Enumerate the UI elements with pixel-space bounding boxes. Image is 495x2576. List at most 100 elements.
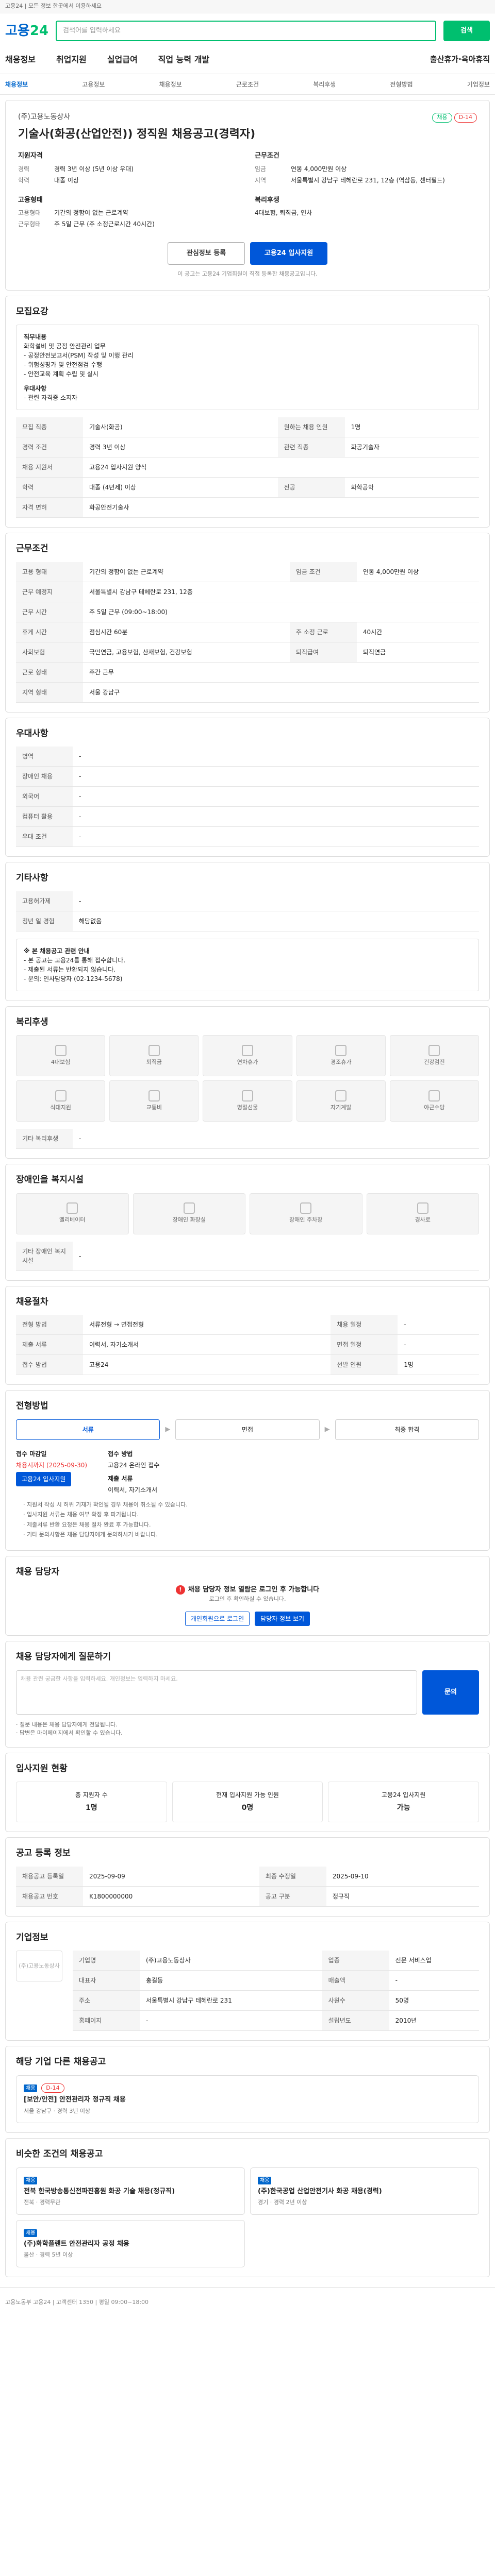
page-footer: 고용노동부 고용24 | 고객센터 1350 | 평일 09:00~18:00 — [0, 2287, 495, 2317]
site-logo[interactable]: 고용24 — [5, 21, 48, 41]
section-title: 해당 기업 다른 채용공고 — [16, 2057, 106, 2067]
status-card: 총 지원자 수 1명 — [16, 1782, 167, 1822]
search-row: 고용24 검색어를 입력하세요 검색 — [0, 13, 495, 45]
benefit-label: 건강검진 — [424, 1058, 445, 1065]
nav-item-support[interactable]: 취업지원 — [56, 54, 87, 66]
row-value: 홍길동 — [140, 1970, 322, 1991]
other-jobs-section: 해당 기업 다른 채용공고 채용 D-14 [보안/안전] 안전관리자 정규직 … — [5, 2046, 490, 2133]
dday-badge: D-14 — [41, 2083, 64, 2093]
nav-item-benefit[interactable]: 실업급여 — [107, 54, 138, 66]
nav-item-jobs[interactable]: 채용정보 — [5, 54, 36, 66]
row-value: 정규직 — [326, 1886, 479, 1907]
row-label: 채용 일정 — [331, 1315, 398, 1335]
row-label: 주소 — [73, 1990, 140, 2011]
row-label: 퇴직급여 — [289, 642, 357, 663]
search-button[interactable]: 검색 — [443, 21, 490, 41]
alert-icon: ! — [175, 1585, 185, 1595]
job-card[interactable]: 채용 (주)한국공업 산업안전기사 화공 채용(경력) 경기 · 경력 2년 이상 — [250, 2167, 479, 2215]
job-card-meta: 울산 · 경력 5년 이상 — [24, 2251, 73, 2258]
row-value: 40시간 — [356, 622, 479, 642]
job-tag: 채용 — [24, 2084, 38, 2092]
table-row: 청년 일 경험 해당없음 — [16, 911, 479, 931]
subnav-item[interactable]: 전형방법 — [390, 80, 412, 89]
apply-date: 채용시까지 (2025-09-30) — [16, 1461, 88, 1469]
row-value: - — [73, 766, 479, 787]
footer-text: 고용노동부 고용24 | 고객센터 1350 | 평일 09:00~18:00 — [5, 2298, 149, 2306]
benefit-label: 식대지원 — [50, 1104, 71, 1111]
row-value: 2010년 — [389, 2010, 479, 2031]
row-value: K1800000000 — [83, 1886, 259, 1907]
subnav-item[interactable]: 근로조건 — [236, 80, 259, 89]
search-input[interactable]: 검색어를 입력하세요 — [56, 21, 436, 41]
apply-button[interactable]: 고용24 입사지원 — [250, 242, 327, 265]
question-textarea[interactable]: 채용 관련 궁금한 사항을 입력하세요. 개인정보는 입력하지 마세요. — [16, 1670, 417, 1715]
work-table: 고용 형태 기간의 정함이 없는 근로계약 임금 조건 연봉 4,000만원 이상 근무… — [16, 562, 479, 703]
table-row: 홈페이지 - 설립년도 2010년 — [73, 2010, 479, 2031]
subnav-item[interactable]: 복리후생 — [313, 80, 336, 89]
row-label: 접수 방법 — [16, 1354, 83, 1375]
contact-sub: 로그인 후 확인하실 수 있습니다. — [209, 1595, 286, 1602]
job-card[interactable]: 채용 (주)화학플랜트 안전관리자 공정 채용 울산 · 경력 5년 이상 — [16, 2219, 245, 2267]
row-label: 장애인 채용 — [16, 766, 73, 787]
arrow-right-icon: ▶ — [165, 1425, 171, 1433]
misc-section: 기타사항 고용허가제 - 청년 일 경험 해당없음 ※ 본 채용공고 관련 안내 - … — [5, 862, 490, 1001]
row-label: 설립년도 — [322, 2010, 389, 2031]
benefit-icon — [335, 1044, 347, 1056]
benefit-item: 식대지원 — [16, 1080, 106, 1122]
kv-key: 고용형태 — [18, 209, 41, 216]
nav-item-leave[interactable]: 출산휴가·육아휴직 — [430, 54, 490, 65]
facility-label: 경사로 — [415, 1216, 431, 1224]
steps-flow: 서류 ▶ 면접 ▶ 최종 합격 — [16, 1419, 479, 1440]
table-row: 모집 직종 기술사(화공) 원하는 채용 인원 1명 — [16, 417, 479, 437]
table-row: 지역 형태 서울 강남구 — [16, 682, 479, 703]
company-logo: (주)고용노동상사 — [16, 1951, 62, 1981]
submit-question-button[interactable]: 문의 — [422, 1670, 479, 1715]
row-label: 기타 장애인 복지시설 — [16, 1241, 73, 1271]
company-name[interactable]: (주)고용노동상사 — [18, 112, 70, 123]
table-row: 장애인 채용 - — [16, 766, 479, 787]
related-grid: 채용 전북 한국방송통신전파진흥원 화공 기술 채용(정규직) 전북 · 경력무관 … — [16, 2167, 479, 2267]
subnav-item[interactable]: 기업정보 — [467, 80, 490, 89]
status-value: 0명 — [241, 1804, 254, 1812]
job-card[interactable]: 채용 D-14 [보안/안전] 안전관리자 정규직 채용 서울 강남구 · 경력… — [16, 2075, 479, 2123]
row-label: 제출 서류 — [16, 1334, 83, 1355]
notice-title: ※ 본 채용공고 관련 안내 — [24, 947, 90, 955]
kv-value: 경력 3년 이상 (5년 이상 우대) — [54, 165, 134, 173]
job-card-meta: 경기 · 경력 2년 이상 — [258, 2199, 307, 2206]
job-card[interactable]: 채용 전북 한국방송통신전파진흥원 화공 기술 채용(정규직) 전북 · 경력무관 — [16, 2167, 245, 2215]
row-label: 채용 지원서 — [16, 457, 83, 478]
block-title: 복리후생 — [255, 196, 279, 204]
search-placeholder: 검색어를 입력하세요 — [63, 27, 121, 35]
facility-label: 엘리베이터 — [59, 1216, 86, 1224]
apply-notes: · 지원서 작성 시 허위 기재가 확인될 경우 채용이 취소될 수 있습니다.… — [16, 1501, 479, 1539]
row-label: 대표자 — [73, 1970, 140, 1991]
facility-item: 엘리베이터 — [16, 1193, 129, 1234]
benefit-label: 연차휴가 — [237, 1058, 258, 1065]
list-item: · 입사지원 서류는 채용 여부 확정 후 파기됩니다. — [23, 1511, 139, 1518]
benefit-item: 명절선물 — [203, 1080, 292, 1122]
apply-now-button[interactable]: 고용24 입사지원 — [16, 1471, 72, 1486]
status-grid: 총 지원자 수 1명 현재 입사지원 가능 인원 0명 고용24 입사지원 가능 — [16, 1782, 479, 1822]
benefit-label: 자기계발 — [330, 1104, 352, 1111]
row-label: 근무 시간 — [16, 602, 83, 622]
table-row: 근무 시간 주 5일 근무 (09:00~18:00) — [16, 602, 479, 622]
disability-extra-table: 기타 장애인 복지시설 - — [16, 1241, 479, 1271]
section-title: 복리후생 — [16, 1016, 48, 1027]
facility-icon — [417, 1202, 428, 1214]
row-value: - — [73, 826, 479, 847]
benefit-item: 4대보험 — [16, 1035, 106, 1076]
subnav-item[interactable]: 채용정보 — [159, 80, 182, 89]
status-badge: 채용 — [432, 113, 452, 123]
apply-deadline: 접수 마감일 채용시까지 (2025-09-30) 고용24 입사지원 — [16, 1449, 87, 1495]
status-card: 현재 입사지원 가능 인원 0명 — [172, 1782, 323, 1822]
section-title: 근무조건 — [16, 544, 48, 554]
kv-value: 기간의 정함이 없는 근로계약 — [54, 209, 128, 216]
subnav-item[interactable]: 고용정보 — [82, 80, 105, 89]
status-label: 현재 입사지원 가능 인원 — [216, 1791, 279, 1799]
row-value: 서울특별시 강남구 테헤란로 231, 12층 — [83, 582, 479, 602]
nav-item-training[interactable]: 직업 능력 개발 — [158, 54, 209, 66]
login-button[interactable]: 개인회원으로 로그인 — [185, 1612, 250, 1626]
save-interest-button[interactable]: 관심정보 등록 — [168, 242, 245, 265]
subnav-item[interactable]: 채용정보 — [5, 80, 28, 89]
contact-info-button[interactable]: 담당자 정보 보기 — [255, 1612, 310, 1626]
